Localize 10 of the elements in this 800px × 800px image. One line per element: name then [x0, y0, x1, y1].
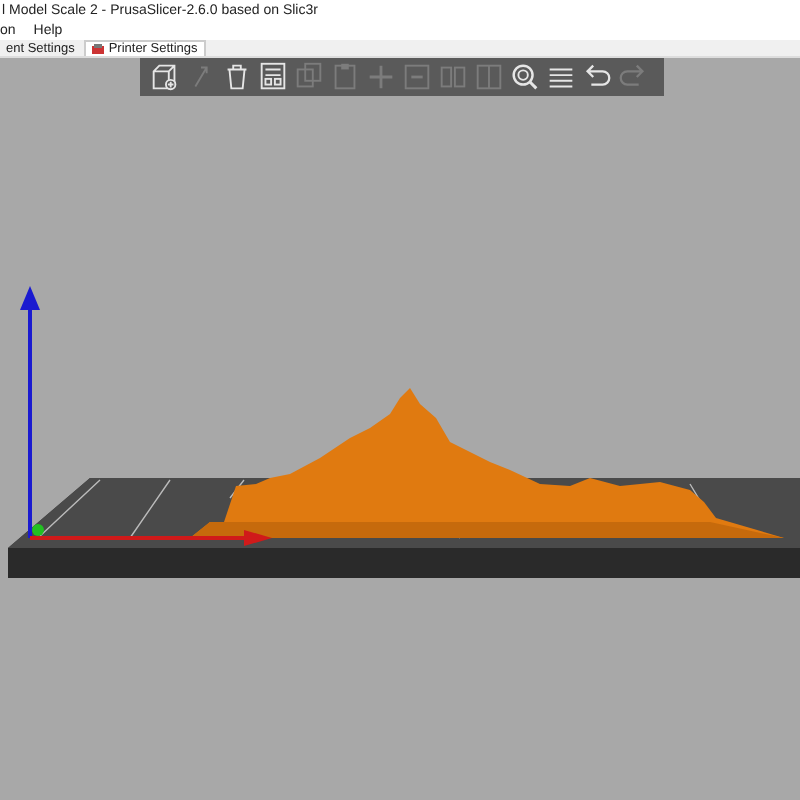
printer-icon: [92, 44, 105, 54]
minus-box-icon: [400, 60, 434, 94]
plus-icon: [364, 60, 398, 94]
add-cube-button[interactable]: [148, 60, 182, 94]
search-icon: [508, 60, 542, 94]
arrange-icon: [256, 60, 290, 94]
split-parts-icon: [472, 60, 506, 94]
y-axis-marker: [32, 524, 44, 536]
search-button[interactable]: [508, 60, 542, 94]
arrange-button[interactable]: [256, 60, 290, 94]
